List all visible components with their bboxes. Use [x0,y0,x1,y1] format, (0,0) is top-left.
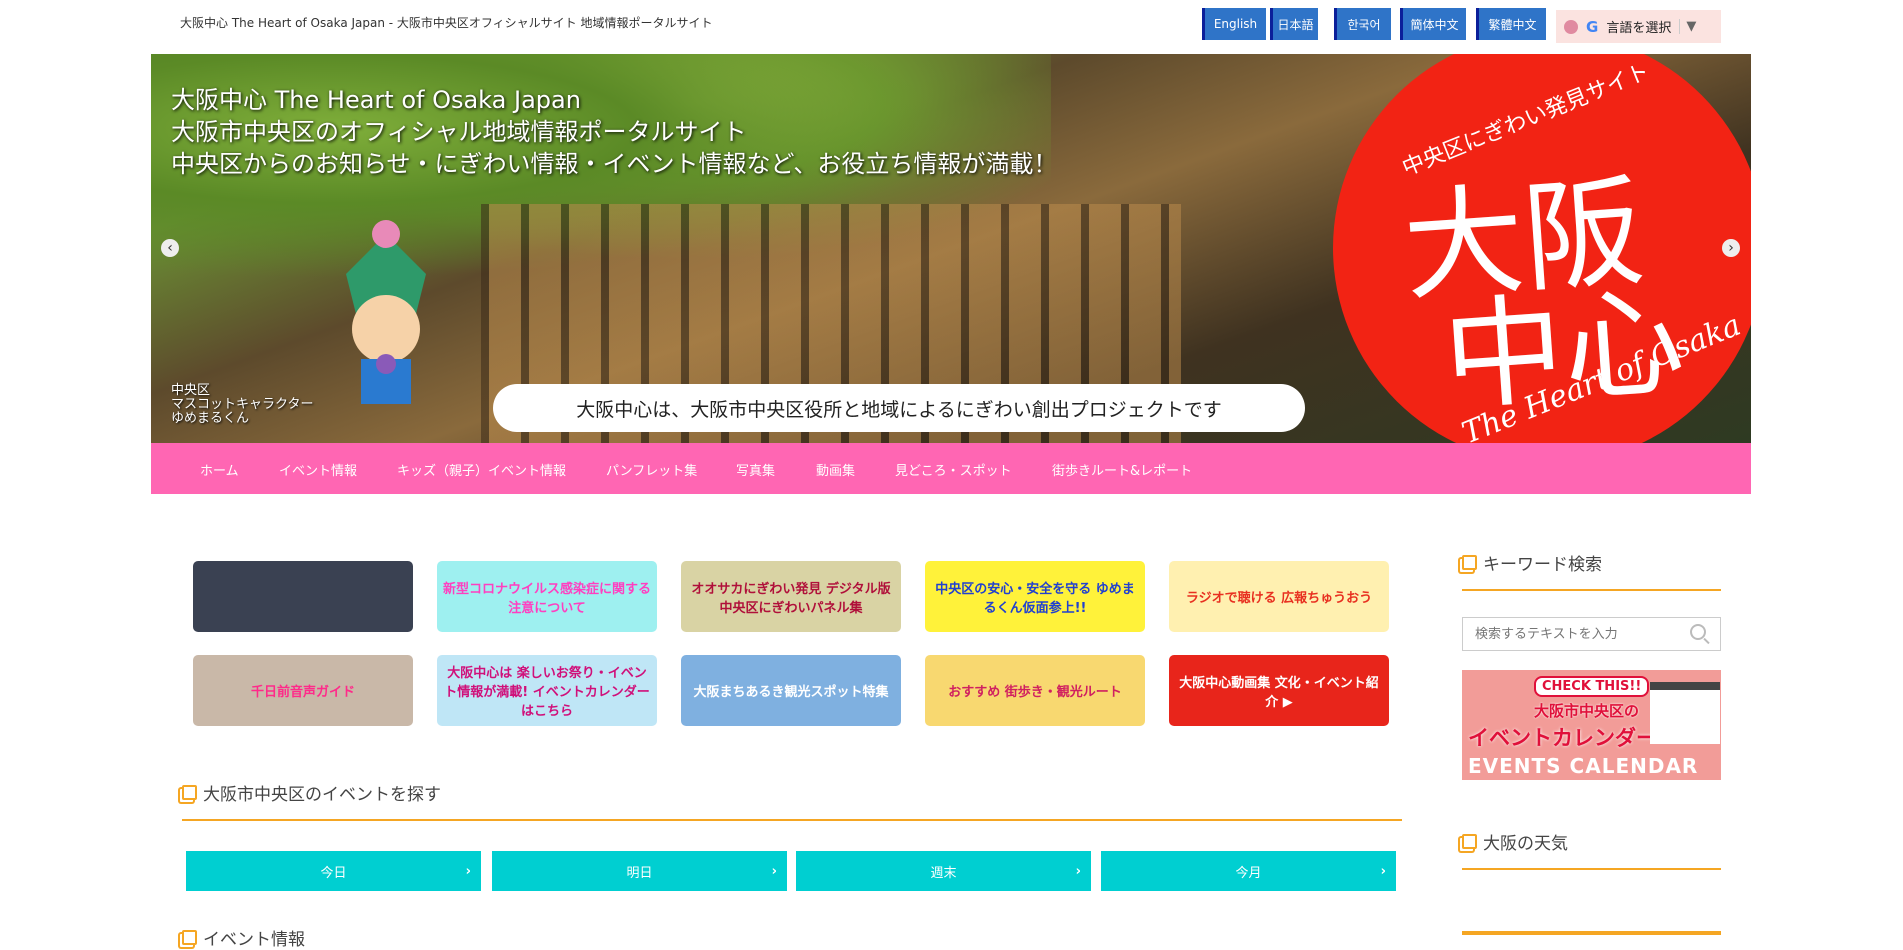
site-tagline: 大阪中心 The Heart of Osaka Japan - 大阪市中央区オフ… [180,16,713,30]
section-icon [1462,555,1477,570]
lang-english-button[interactable]: English [1202,8,1266,40]
hero-line-3: 中央区からのお知らせ・にぎわい情報・イベント情報など、お役立ち情報が満載！ [171,150,1058,178]
nav-walking-routes[interactable]: 街歩きルート&レポート [1052,460,1192,479]
section-icon [1462,834,1477,849]
event-weekend-button[interactable]: 週末 › [796,851,1091,891]
banner-tile[interactable]: 新型コロナウイルス感染症に関する注意について [437,561,657,632]
mascot-label: 中央区 マスコットキャラクター ゆめまるくん [171,383,314,426]
nav-home[interactable]: ホーム [200,460,239,479]
event-month-button[interactable]: 今月 › [1101,851,1396,891]
check-this-label: CHECK THIS!! [1534,676,1650,697]
divider [182,819,1402,821]
weather-title: 大阪の天気 [1462,829,1568,854]
event-tomorrow-button[interactable]: 明日 › [492,851,787,891]
event-calendar-banner[interactable]: CHECK THIS!! 大阪市中央区の イベントカレンダー EVENTS CA… [1462,670,1721,780]
divider [1462,589,1721,591]
nav-events[interactable]: イベント情報 [279,460,357,479]
google-translate-select[interactable]: G 言語を選択 ▼ [1556,10,1721,43]
section-icon [182,930,197,945]
section-icon [182,785,197,800]
mascot-image [346,220,426,404]
osaka-heart-logo: 中央区にぎわい発見サイト 大阪 中心 The Heart of Osaka [1333,54,1751,444]
event-today-button[interactable]: 今日 › [186,851,481,891]
translate-label: 言語を選択 [1606,21,1672,36]
banner-tile[interactable]: 大阪中心は 楽しいお祭り・イベント情報が満載! イベントカレンダーはこちら [437,655,657,726]
nav-videos[interactable]: 動画集 [816,460,855,479]
calendar-title-en: EVENTS CALENDAR [1468,754,1699,778]
google-icon: G [1586,17,1599,36]
events-section-title: 大阪市中央区のイベントを探す [182,780,441,805]
nav-pamphlets[interactable]: パンフレット集 [606,460,697,479]
search-icon[interactable] [1690,624,1706,640]
globe-icon [1564,19,1578,34]
lang-traditional-chinese-button[interactable]: 繁體中文 [1476,8,1546,40]
nav-photos[interactable]: 写真集 [736,460,775,479]
banner-tile[interactable]: おすすめ 街歩き・観光ルート [925,655,1145,726]
hero-line-2: 大阪市中央区のオフィシャル地域情報ポータルサイト [171,118,747,146]
calendar-title-1: 大阪市中央区の [1534,702,1640,720]
hero-caption: 大阪中心は、大阪市中央区役所と地域によるにぎわい創出プロジェクトです [493,384,1305,432]
hero-line-1: 大阪中心 The Heart of Osaka Japan [171,86,581,114]
divider [1462,868,1721,870]
hero-slider[interactable]: 大阪中心 The Heart of Osaka Japan 大阪市中央区のオフィ… [151,54,1751,444]
main-nav: ホーム イベント情報 キッズ（親子）イベント情報 パンフレット集 写真集 動画集… [151,443,1751,494]
banner-tile[interactable]: 中央区の安心・安全を守る ゆめまるくん仮面参上!! [925,561,1145,632]
calendar-title-2: イベントカレンダー [1468,726,1657,750]
nav-spots[interactable]: 見どころ・スポット [895,460,1012,479]
banner-tile[interactable]: ラジオで聴ける 広報ちゅうおう [1169,561,1389,632]
banner-tile[interactable]: 千日前音声ガイド [193,655,413,726]
banner-tile[interactable]: 大阪中心動画集 文化・イベント紹介 ▶ [1169,655,1389,726]
calendar-icon [1650,682,1720,744]
lang-simplified-chinese-button[interactable]: 簡体中文 [1400,8,1466,40]
widget-bar [1462,931,1721,935]
lang-japanese-button[interactable]: 日本語 [1270,8,1318,40]
event-info-section-title: イベント情報 [182,925,305,950]
keyword-search-title: キーワード検索 [1462,550,1602,575]
nav-kids-events[interactable]: キッズ（親子）イベント情報 [397,460,566,479]
slider-prev-arrow[interactable]: ‹ [161,239,179,257]
search-input[interactable] [1462,617,1721,651]
banner-tile[interactable]: オオサカにぎわい発見 デジタル版 中央区にぎわいパネル集 [681,561,901,632]
chevron-down-icon: ▼ [1679,19,1696,34]
banner-tile[interactable] [193,561,413,632]
lang-korean-button[interactable]: 한국어 [1334,8,1391,40]
slider-next-arrow[interactable]: › [1722,239,1740,257]
banner-tile[interactable]: 大阪まちあるき観光スポット特集 [681,655,901,726]
